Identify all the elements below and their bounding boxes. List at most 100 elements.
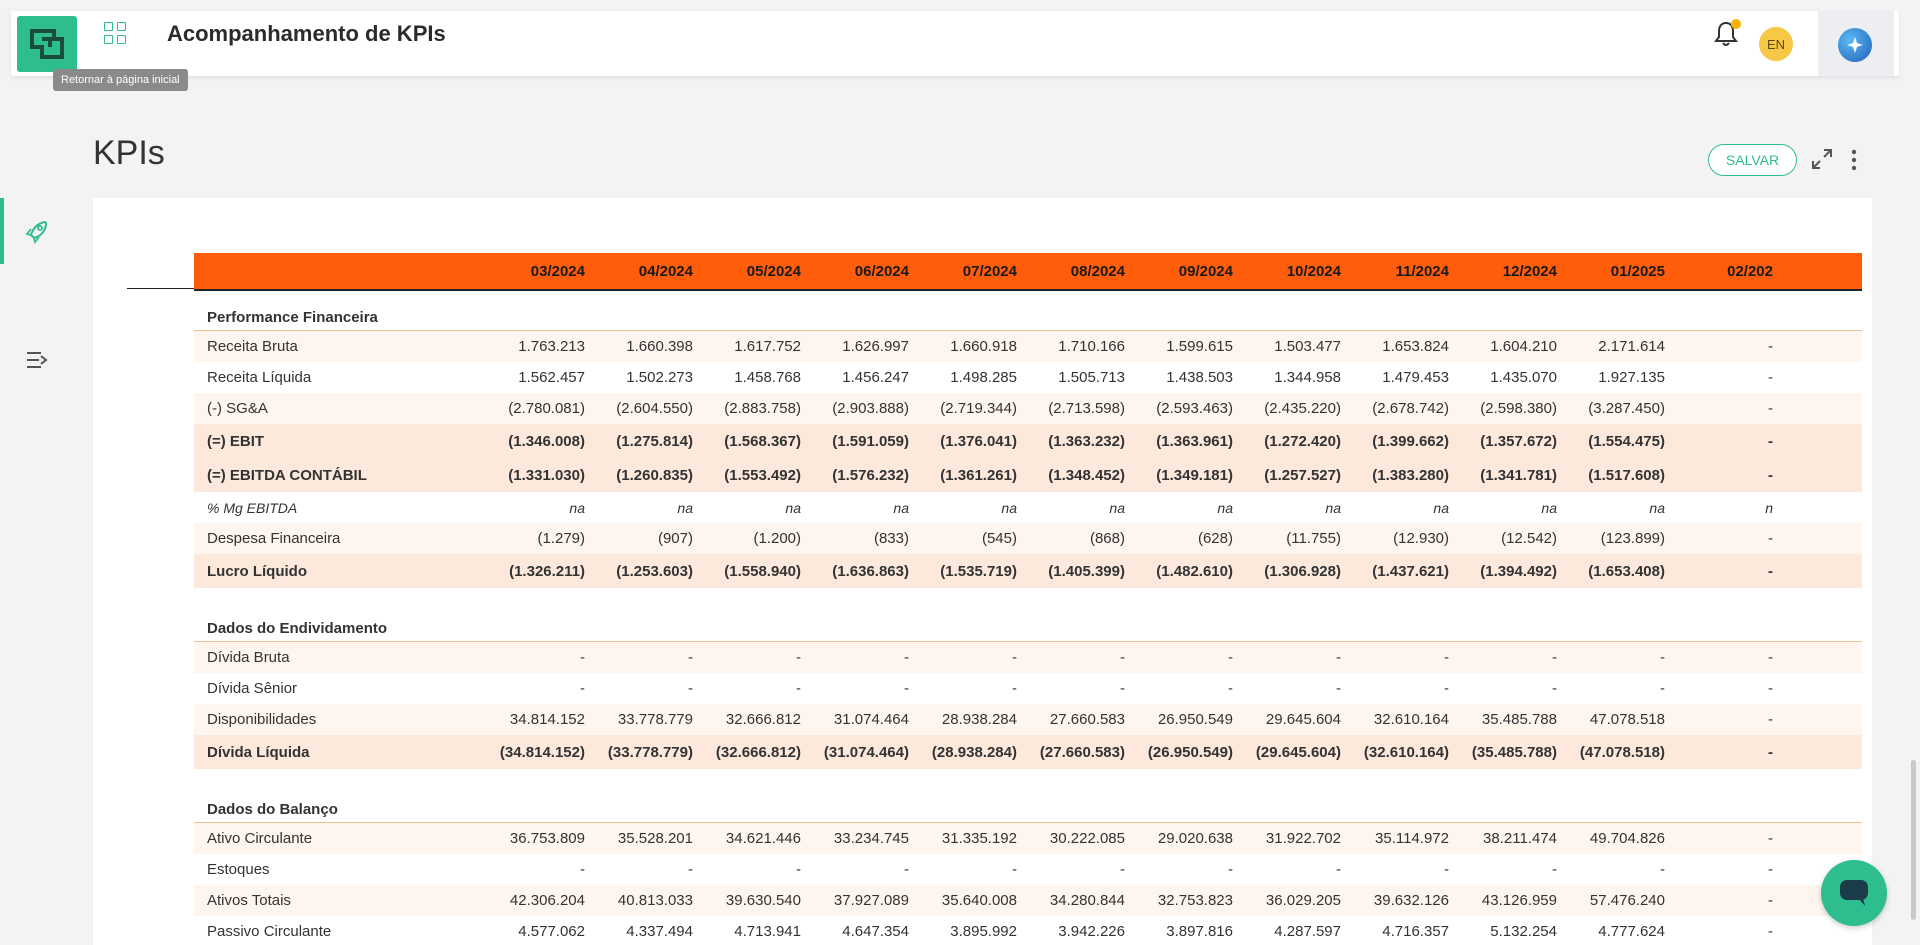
table-cell: (545) [981, 530, 1017, 547]
chat-icon [1840, 880, 1868, 906]
table-cell: 1.435.070 [1490, 369, 1557, 386]
table-cell: 4.287.597 [1274, 923, 1341, 940]
table-cell: - [1768, 743, 1773, 761]
table-cell: na [1109, 499, 1125, 516]
table-cell: - [1012, 861, 1017, 878]
table-cell: - [688, 649, 693, 666]
row-label: Dívida Líquida [207, 743, 310, 761]
table-cell: 1.604.210 [1490, 338, 1557, 355]
table-cell: - [1768, 338, 1773, 355]
table-cell: 28.938.284 [941, 711, 1017, 728]
table-cell: - [1768, 432, 1773, 450]
app-logo[interactable] [17, 16, 77, 72]
table-cell: 1.344.958 [1274, 369, 1341, 386]
table-header: 03/2024 04/2024 05/2024 06/2024 07/2024 08/20… [194, 253, 1862, 291]
chat-button[interactable] [1821, 860, 1887, 926]
table-cell: 36.029.205 [1265, 892, 1341, 909]
table-cell: (1.636.863) [832, 562, 909, 580]
table-cell: (1.558.940) [724, 562, 801, 580]
rocket-icon[interactable] [24, 218, 50, 244]
table-cell: (31.074.464) [823, 743, 909, 761]
table-cell: - [1336, 649, 1341, 666]
sparkle-icon [1847, 37, 1863, 53]
table-cell: (35.485.788) [1471, 743, 1557, 761]
fullscreen-icon[interactable] [1810, 147, 1834, 171]
table-row: % Mg EBITDA na na na na na na na na na na na n [194, 492, 1862, 523]
ai-assistant-button[interactable] [1838, 28, 1872, 62]
column-header: 09/2024 [1178, 262, 1233, 280]
table-cell: 26.950.549 [1157, 711, 1233, 728]
table-cell: na [1217, 499, 1233, 516]
table-cell: - [580, 861, 585, 878]
grid-icon [104, 22, 113, 31]
table-cell: - [1768, 861, 1773, 878]
row-label: Passivo Circulante [207, 923, 332, 940]
column-header: 06/2024 [854, 262, 909, 280]
app-title: Acompanhamento de KPIs [167, 21, 446, 46]
table-cell: - [1444, 680, 1449, 697]
page-title: KPIs [93, 134, 165, 172]
table-cell: - [796, 861, 801, 878]
table-cell: (1.383.280) [1372, 466, 1449, 484]
table-cell: (33.778.779) [607, 743, 693, 761]
logo-icon [30, 29, 64, 59]
table-cell: (1.253.603) [616, 562, 693, 580]
table-row: (-) SG&A (2.780.081) (2.604.550) (2.883.758… [194, 393, 1862, 424]
table-cell: 1.617.752 [734, 338, 801, 355]
language-button[interactable]: EN [1759, 27, 1793, 61]
table-cell: 4.577.062 [518, 923, 585, 940]
table-cell: (2.593.463) [1156, 400, 1233, 417]
table-cell: (34.814.152) [499, 743, 585, 761]
table-cell: - [1768, 680, 1773, 697]
table-cell: 4.647.354 [842, 923, 909, 940]
table-row: Dívida Sênior - - - - - - - - - - - - [194, 673, 1862, 704]
table-row: Despesa Financeira (1.279) (907) (1.200) (83… [194, 523, 1862, 554]
table-cell: 29.645.604 [1265, 711, 1341, 728]
table-cell: 33.234.745 [833, 830, 909, 847]
table-cell: na [1433, 499, 1449, 516]
expand-sidebar-icon[interactable] [25, 350, 49, 370]
table-cell: (2.883.758) [724, 400, 801, 417]
table-cell: 4.777.624 [1598, 923, 1665, 940]
table-cell: 43.126.959 [1481, 892, 1557, 909]
table-cell: - [688, 680, 693, 697]
row-label: Disponibilidades [207, 711, 317, 728]
page-scrollbar[interactable] [1911, 760, 1916, 920]
table-cell: 4.337.494 [626, 923, 693, 940]
table-cell: (1.363.961) [1156, 432, 1233, 450]
table-cell: - [1660, 861, 1665, 878]
table-cell: - [580, 680, 585, 697]
table-cell: - [1120, 680, 1125, 697]
table-cell: (1.363.232) [1048, 432, 1125, 450]
table-row: Ativos Totais 42.306.204 40.813.033 39.630.… [194, 885, 1862, 916]
section-header: Dados do Balanço [194, 783, 1862, 823]
column-header: 03/2024 [530, 262, 585, 280]
table-cell: 30.222.085 [1049, 830, 1125, 847]
table-cell: (123.899) [1600, 530, 1665, 547]
kpi-table: 03/2024 04/2024 05/2024 06/2024 07/2024 08/20… [194, 253, 1862, 945]
table-cell: (1.591.059) [832, 432, 909, 450]
home-grid-button[interactable] [104, 22, 126, 44]
table-cell: 32.610.164 [1373, 711, 1449, 728]
table-cell: (12.542) [1501, 530, 1557, 547]
more-options-icon[interactable] [1849, 148, 1859, 172]
table-row: Disponibilidades 34.814.152 33.778.779 32.6… [194, 704, 1862, 735]
table-cell: - [1768, 400, 1773, 417]
row-label: Receita Líquida [207, 369, 312, 386]
row-label: Ativos Totais [207, 892, 291, 909]
table-cell: (1.200) [753, 530, 801, 547]
table-cell: na [1001, 499, 1017, 516]
table-cell: (1.326.211) [509, 562, 585, 580]
save-button[interactable]: SALVAR [1708, 144, 1797, 176]
table-cell: 35.528.201 [617, 830, 693, 847]
row-label: Dívida Sênior [207, 680, 298, 697]
table-cell: - [1336, 861, 1341, 878]
table-cell: (833) [873, 530, 909, 547]
table-row: Lucro Líquido (1.326.211) (1.253.603) (1.55… [194, 554, 1862, 588]
table-cell: (2.713.598) [1048, 400, 1125, 417]
table-cell: (1.306.928) [1264, 562, 1341, 580]
table-cell: 1.710.166 [1058, 338, 1125, 355]
table-cell: - [1768, 923, 1773, 940]
notification-badge [1731, 19, 1741, 29]
table-cell: 31.335.192 [941, 830, 1017, 847]
